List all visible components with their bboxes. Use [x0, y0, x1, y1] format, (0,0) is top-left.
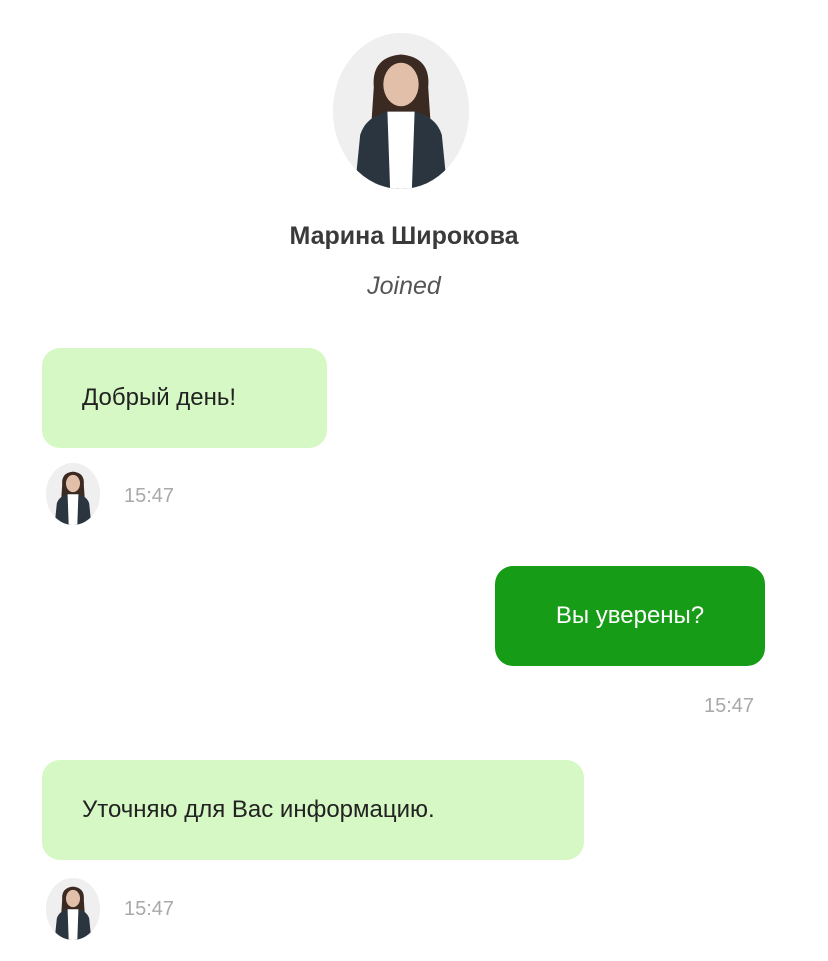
message-text: Уточняю для Вас информацию.: [82, 796, 435, 823]
sender-photo: [46, 463, 100, 525]
message-timestamp: 15:47: [124, 898, 175, 920]
contact-name: Марина Широкова: [289, 222, 519, 250]
sender-avatar[interactable]: [46, 463, 100, 525]
message-timestamp: 15:47: [704, 695, 755, 717]
message-text: Вы уверены?: [555, 602, 705, 629]
sender-photo: [46, 878, 100, 940]
message-timestamp: 15:47: [124, 485, 175, 507]
message-bubble-outgoing[interactable]: Вы уверены?: [495, 566, 765, 666]
sender-avatar[interactable]: [46, 878, 100, 940]
contact-status: Joined: [367, 272, 441, 300]
contact-photo: [333, 33, 469, 189]
contact-avatar[interactable]: [333, 33, 469, 189]
message-bubble-incoming[interactable]: Уточняю для Вас информацию.: [42, 760, 584, 860]
message-bubble-incoming[interactable]: Добрый день!: [42, 348, 327, 448]
message-text: Добрый день!: [82, 384, 237, 411]
